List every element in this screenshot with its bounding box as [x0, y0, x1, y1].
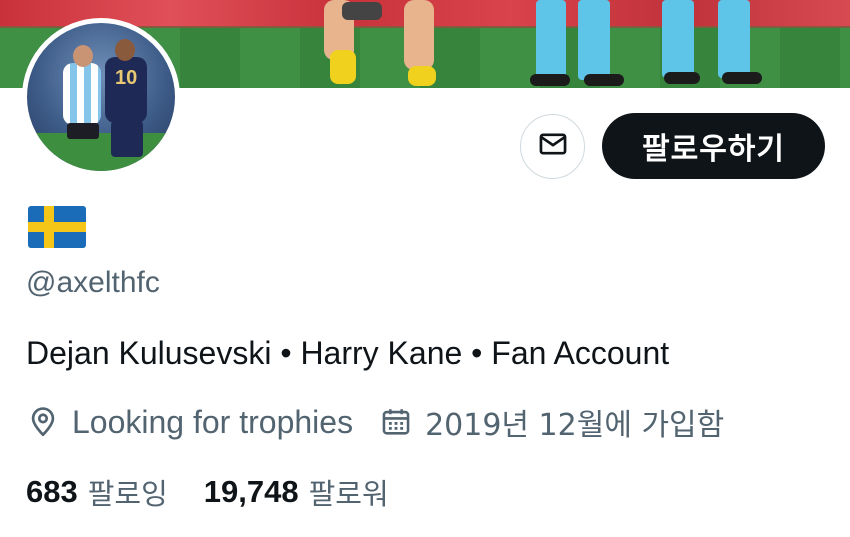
following-count: 683: [26, 474, 78, 509]
following-link[interactable]: 683 팔로잉: [26, 471, 168, 513]
follow-button[interactable]: 팔로우하기: [602, 113, 825, 179]
profile-bio: Dejan Kulusevski • Harry Kane • Fan Acco…: [26, 335, 670, 371]
banner-referee-legs: [536, 0, 566, 80]
profile-avatar[interactable]: 10: [22, 18, 180, 176]
profile-location: Looking for trophies: [72, 403, 354, 440]
followers-label: 팔로워: [308, 477, 389, 511]
banner-player: [320, 0, 450, 88]
followers-link[interactable]: 19,748 팔로워: [204, 471, 389, 513]
calendar-icon: [379, 405, 413, 439]
mail-icon: [536, 127, 570, 166]
sweden-flag-icon: [28, 206, 86, 248]
message-button[interactable]: [520, 114, 585, 179]
profile-meta: Looking for trophies 2019년 12월에 가입함: [26, 400, 724, 444]
following-label: 팔로잉: [87, 477, 168, 511]
location-pin-icon: [26, 405, 60, 439]
joined-date: 2019년 12월에 가입함: [425, 408, 725, 443]
followers-count: 19,748: [203, 474, 299, 509]
profile-stats: 683 팔로잉 19,748 팔로워: [26, 472, 389, 512]
profile-joined: 2019년 12월에 가입함: [379, 400, 724, 444]
profile-handle: @axelthfc: [26, 266, 160, 299]
